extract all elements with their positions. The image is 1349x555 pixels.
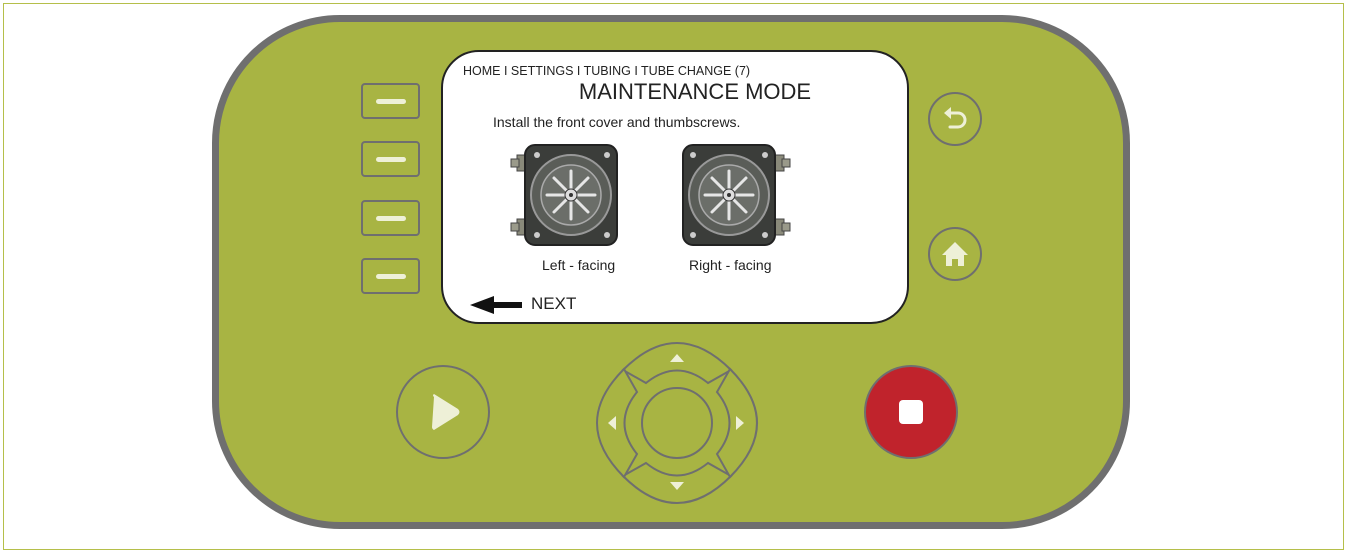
- stop-button[interactable]: [864, 365, 958, 459]
- soft-key-4[interactable]: [361, 258, 420, 294]
- soft-key-3[interactable]: [361, 200, 420, 236]
- soft-key-bar: [376, 216, 406, 221]
- breadcrumb: HOME I SETTINGS I TUBING I TUBE CHANGE (…: [463, 64, 751, 78]
- right-facing-caption: Right - facing: [689, 257, 772, 273]
- directional-pad: [596, 342, 758, 504]
- soft-key-bar: [376, 99, 406, 104]
- back-button[interactable]: [928, 92, 982, 146]
- next-label[interactable]: NEXT: [531, 294, 576, 314]
- soft-key-2[interactable]: [361, 141, 420, 177]
- undo-arrow-icon: [944, 107, 967, 129]
- home-button[interactable]: [928, 227, 982, 281]
- soft-key-bar: [376, 274, 406, 279]
- home-icon: [942, 242, 968, 266]
- right-facing-pumphead-image: [682, 144, 791, 246]
- dpad-left-button[interactable]: [596, 367, 639, 479]
- display-screen: HOME I SETTINGS I TUBING I TUBE CHANGE (…: [441, 50, 909, 324]
- soft-key-1[interactable]: [361, 83, 420, 119]
- dpad-up-button[interactable]: [621, 342, 733, 385]
- instruction-text: Install the front cover and thumbscrews.: [493, 114, 741, 130]
- play-icon: [432, 394, 460, 430]
- page-title: MAINTENANCE MODE: [578, 79, 812, 104]
- left-arrow-icon: [470, 296, 522, 314]
- left-facing-pumphead-image: [510, 144, 618, 246]
- soft-key-bar: [376, 157, 406, 162]
- left-facing-caption: Left - facing: [542, 257, 616, 273]
- run-button[interactable]: [396, 365, 490, 459]
- dpad-center-button[interactable]: [641, 387, 713, 459]
- stop-square-icon: [899, 400, 923, 424]
